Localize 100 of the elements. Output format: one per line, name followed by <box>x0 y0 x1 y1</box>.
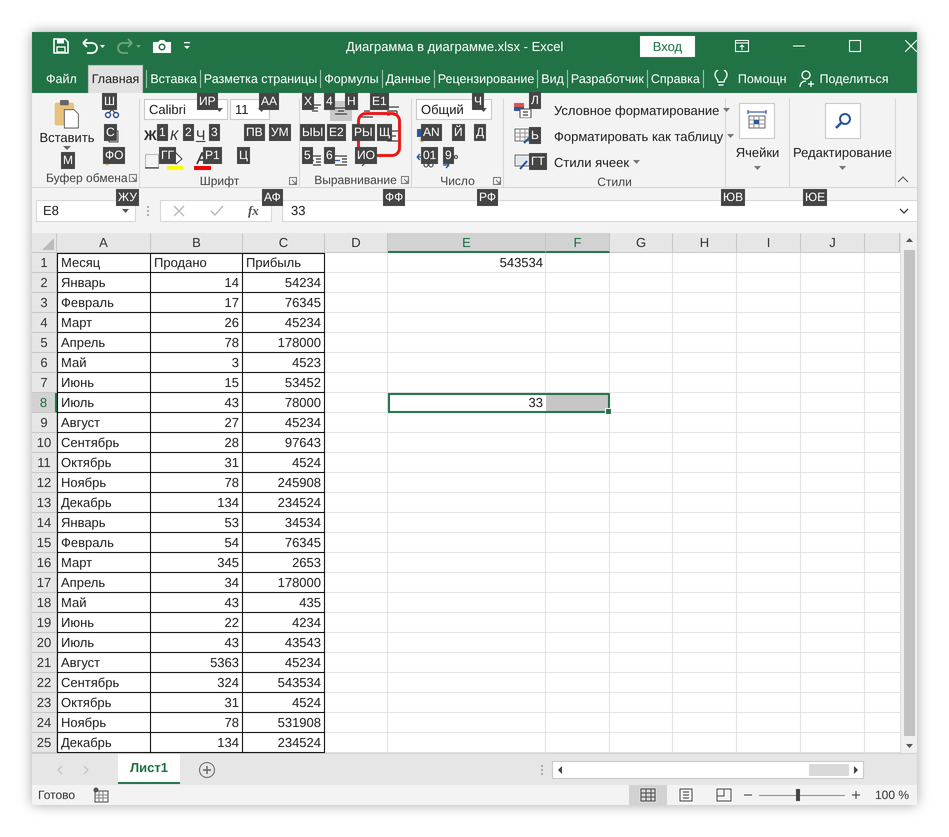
table-cell: 4524 <box>243 693 325 713</box>
group-label: Выравнивание <box>314 173 397 187</box>
key-tip-tooltip: 4 <box>324 93 335 110</box>
table-cell: Декабрь <box>57 493 151 513</box>
key-tip-tooltip: 5 <box>302 147 313 164</box>
table-cell: 543534 <box>243 673 325 693</box>
table-cell: 31 <box>151 693 243 713</box>
table-cell: 78 <box>151 473 243 493</box>
table-cell: Прибыль <box>243 253 325 273</box>
table-cell: 34 <box>151 573 243 593</box>
table-cell: 4523 <box>243 353 325 373</box>
table-cell: 53452 <box>243 373 325 393</box>
table-cell: 28 <box>151 433 243 453</box>
key-tip-tooltip: 2 <box>183 124 194 141</box>
table-cell: Сентябрь <box>57 673 151 693</box>
table-cell: 2653 <box>243 553 325 573</box>
key-tip-tooltip: Ч <box>472 93 484 110</box>
table-cell: Ноябрь <box>57 473 151 493</box>
key-tip-tooltip: 6 <box>324 147 335 164</box>
table-cell: 4234 <box>243 613 325 633</box>
table-cell: Август <box>57 413 151 433</box>
key-tip-tooltip: АФ <box>262 189 283 206</box>
table-cell: Январь <box>57 513 151 533</box>
table-cell: 134 <box>151 493 243 513</box>
table-cell: Апрель <box>57 573 151 593</box>
table-cell: Май <box>57 353 151 373</box>
key-tip-tooltip: ЮВ <box>721 189 746 206</box>
table-cell: Январь <box>57 273 151 293</box>
table-cell: 43 <box>151 633 243 653</box>
key-tip-tooltip: ЮЕ <box>803 189 828 206</box>
table-cell: 245908 <box>243 473 325 493</box>
table-cell: 31 <box>151 453 243 473</box>
table-cell: 43 <box>151 593 243 613</box>
key-tip-tooltip: РЫ <box>352 124 375 141</box>
key-tip-tooltip: С <box>104 124 117 141</box>
key-tip-tooltip: Е2 <box>327 124 346 141</box>
table-cell: 45234 <box>243 313 325 333</box>
key-tip-tooltip: УМ <box>269 124 291 141</box>
table-cell: Ноябрь <box>57 713 151 733</box>
table-cell: Сентябрь <box>57 433 151 453</box>
table-cell: Декабрь <box>57 733 151 753</box>
table-cell: 54 <box>151 533 243 553</box>
table-cell: Октябрь <box>57 693 151 713</box>
table-cell: 78000 <box>243 393 325 413</box>
key-tip-tooltip: Й <box>452 124 465 141</box>
table-cell: Октябрь <box>57 453 151 473</box>
table-cell: Июнь <box>57 373 151 393</box>
table-cell: 345 <box>151 553 243 573</box>
table-cell: Июль <box>57 393 151 413</box>
group-label: Стили <box>597 175 632 189</box>
table-cell: 53 <box>151 513 243 533</box>
table-cell: 14 <box>151 273 243 293</box>
key-tip-tooltip: Н <box>345 93 358 110</box>
table-cell: 78 <box>151 713 243 733</box>
table-cell: 435 <box>243 593 325 613</box>
table-cell: Август <box>57 653 151 673</box>
key-tip-tooltip: АА <box>259 93 280 110</box>
table-cell: 3 <box>151 353 243 373</box>
table-cell: 4524 <box>243 453 325 473</box>
group-label: Число <box>440 174 475 188</box>
table-cell: 15 <box>151 373 243 393</box>
key-tip-tooltip: ИР <box>197 93 218 110</box>
key-tip-tooltip: ЖУ <box>116 189 139 206</box>
table-cell: Апрель <box>57 333 151 353</box>
table-cell: 43 <box>151 393 243 413</box>
key-tip-tooltip: Л <box>529 92 541 109</box>
key-tip-tooltip: 1 <box>157 124 168 141</box>
key-tip-tooltip: ФО <box>103 147 126 164</box>
table-cell: 45234 <box>243 653 325 673</box>
key-tip-tooltip: ЫЫ <box>300 124 326 141</box>
key-tip-tooltip: Е1 <box>370 93 389 110</box>
table-cell: Февраль <box>57 293 151 313</box>
table-cell: Март <box>57 313 151 333</box>
table-cell: 234524 <box>243 733 325 753</box>
table-cell: 134 <box>151 733 243 753</box>
group-label: Буфер обмена <box>46 171 128 185</box>
key-tip-tooltip: М <box>61 152 75 169</box>
key-tip-tooltip: Х <box>302 93 314 110</box>
key-tip-tooltip: Щ <box>377 124 392 141</box>
key-tip-tooltip: AN <box>421 124 442 141</box>
group-label: Шрифт <box>200 174 240 188</box>
table-cell: Май <box>57 593 151 613</box>
key-tip-tooltip: ГТ <box>529 153 547 170</box>
key-tip-tooltip: ИО <box>355 147 377 164</box>
table-cell: 17 <box>151 293 243 313</box>
table-cell: 5363 <box>151 653 243 673</box>
window-title: Диаграмма в диаграмме.xlsx - Excel <box>346 38 564 54</box>
table-cell: 324 <box>151 673 243 693</box>
table-cell: Февраль <box>57 533 151 553</box>
table-cell: 34534 <box>243 513 325 533</box>
table-cell: 97643 <box>243 433 325 453</box>
key-tip-tooltip: ГГ <box>159 147 176 164</box>
table-cell: Июль <box>57 633 151 653</box>
status-text: Готово <box>38 788 76 802</box>
key-tip-tooltip: ПВ <box>244 124 265 141</box>
key-tip-tooltip: 9 <box>443 147 454 164</box>
key-tip-tooltip: Ц <box>237 147 250 164</box>
key-tip-tooltip: Р1 <box>203 147 222 164</box>
table-cell: 76345 <box>243 533 325 553</box>
table-cell: Продано <box>151 253 243 273</box>
